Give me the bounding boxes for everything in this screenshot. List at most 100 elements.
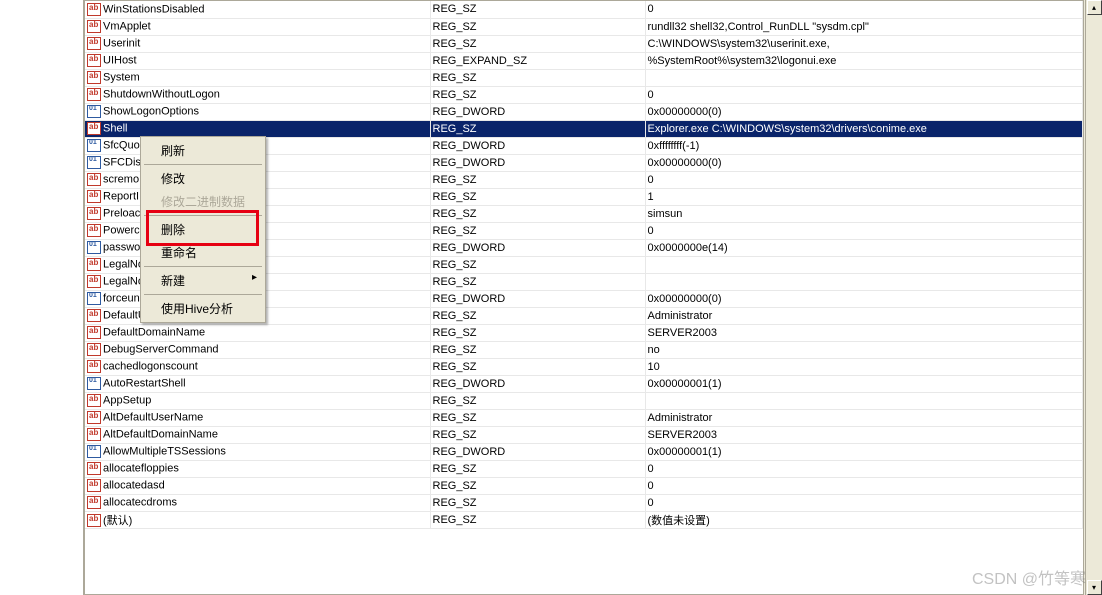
- value-name: (默认): [103, 515, 132, 527]
- value-type: REG_SZ: [430, 392, 645, 409]
- menu-rename[interactable]: 重命名: [143, 241, 263, 264]
- table-row[interactable]: UIHostREG_EXPAND_SZ%SystemRoot%\system32…: [85, 52, 1083, 69]
- menu-delete[interactable]: 删除: [143, 218, 263, 241]
- value-type: REG_SZ: [430, 69, 645, 86]
- table-row[interactable]: AltDefaultUserNameREG_SZAdministrator: [85, 409, 1083, 426]
- table-row[interactable]: AltDefaultDomainNameREG_SZSERVER2003: [85, 426, 1083, 443]
- value-name: cachedlogonscount: [103, 360, 198, 372]
- binary-value-icon: [87, 292, 101, 305]
- value-name: allocatecdroms: [103, 496, 177, 508]
- value-name: allocatefloppies: [103, 462, 179, 474]
- binary-value-icon: [87, 445, 101, 458]
- value-type: REG_SZ: [430, 494, 645, 511]
- value-name: ShowLogonOptions: [103, 105, 199, 117]
- value-data: C:\WINDOWS\system32\userinit.exe,: [645, 35, 1083, 52]
- menu-refresh[interactable]: 刷新: [143, 139, 263, 162]
- string-value-icon: [87, 428, 101, 441]
- menu-hive-analysis[interactable]: 使用Hive分析: [143, 297, 263, 320]
- table-row[interactable]: allocatedasdREG_SZ0: [85, 477, 1083, 494]
- menu-modify[interactable]: 修改: [143, 167, 263, 190]
- menu-new[interactable]: 新建: [143, 269, 263, 292]
- table-row[interactable]: allocatecdroms REG_SZ0: [85, 494, 1083, 511]
- table-row[interactable]: VmAppletREG_SZrundll32 shell32,Control_R…: [85, 18, 1083, 35]
- value-name: AltDefaultUserName: [103, 411, 203, 423]
- string-value-icon: [87, 3, 101, 16]
- string-value-icon: [87, 343, 101, 356]
- value-type: REG_SZ: [430, 358, 645, 375]
- table-row[interactable]: ShutdownWithoutLogonREG_SZ0: [85, 86, 1083, 103]
- table-row[interactable]: AppSetup REG_SZ: [85, 392, 1083, 409]
- vertical-scrollbar[interactable]: ▴ ▾: [1085, 0, 1102, 595]
- value-name: DebugServerCommand: [103, 343, 219, 355]
- value-name: AltDefaultDomainName: [103, 428, 218, 440]
- value-data: [645, 392, 1083, 409]
- table-row[interactable]: Userinit REG_SZC:\WINDOWS\system32\userin…: [85, 35, 1083, 52]
- value-data: Explorer.exe C:\WINDOWS\system32\drivers…: [645, 120, 1083, 137]
- tree-panel[interactable]: [0, 0, 84, 595]
- string-value-icon: [87, 411, 101, 424]
- value-type: REG_SZ: [430, 35, 645, 52]
- binary-value-icon: [87, 139, 101, 152]
- value-type: REG_DWORD: [430, 103, 645, 120]
- value-type: REG_SZ: [430, 256, 645, 273]
- table-row[interactable]: DebugServerCommandREG_SZno: [85, 341, 1083, 358]
- value-name: AppSetup: [103, 394, 151, 406]
- value-data: rundll32 shell32,Control_RunDLL "sysdm.c…: [645, 18, 1083, 35]
- context-menu: 刷新 修改 修改二进制数据 删除 重命名 新建 使用Hive分析: [140, 136, 266, 323]
- value-type: REG_SZ: [430, 477, 645, 494]
- value-type: REG_SZ: [430, 171, 645, 188]
- table-row[interactable]: allocatefloppiesREG_SZ0: [85, 460, 1083, 477]
- value-name: passwo: [103, 241, 140, 253]
- string-value-icon: [87, 326, 101, 339]
- value-name: Userinit: [103, 37, 140, 49]
- string-value-icon: [87, 71, 101, 84]
- scroll-up-button[interactable]: ▴: [1087, 0, 1102, 15]
- value-data: 0x00000001(1): [645, 443, 1083, 460]
- string-value-icon: [87, 496, 101, 509]
- value-type: REG_SZ: [430, 120, 645, 137]
- value-name: SFCDis: [103, 156, 141, 168]
- value-data: 0x00000000(0): [645, 154, 1083, 171]
- value-type: REG_DWORD: [430, 443, 645, 460]
- table-row[interactable]: AutoRestartShellREG_DWORD0x00000001(1): [85, 375, 1083, 392]
- value-data: [645, 69, 1083, 86]
- value-name: System: [103, 71, 140, 83]
- table-row[interactable]: DefaultDomainNameREG_SZSERVER2003: [85, 324, 1083, 341]
- value-type: REG_SZ: [430, 205, 645, 222]
- scroll-track[interactable]: [1086, 15, 1102, 580]
- table-row[interactable]: AllowMultipleTSSessions REG_DWORD0x000000…: [85, 443, 1083, 460]
- binary-value-icon: [87, 241, 101, 254]
- string-value-icon: [87, 122, 101, 135]
- value-data: 10: [645, 358, 1083, 375]
- value-type: REG_DWORD: [430, 154, 645, 171]
- table-row[interactable]: WinStationsDisabledREG_SZ0: [85, 1, 1083, 18]
- string-value-icon: [87, 514, 101, 527]
- string-value-icon: [87, 20, 101, 33]
- binary-value-icon: [87, 156, 101, 169]
- string-value-icon: [87, 37, 101, 50]
- value-data: 0: [645, 477, 1083, 494]
- value-data: 0x0000000e(14): [645, 239, 1083, 256]
- table-row[interactable]: System REG_SZ: [85, 69, 1083, 86]
- value-name: Shell: [103, 122, 127, 134]
- value-data: 0: [645, 494, 1083, 511]
- value-name: LegalNo: [103, 275, 144, 287]
- value-name: scremo: [103, 173, 139, 185]
- value-type: REG_EXPAND_SZ: [430, 52, 645, 69]
- value-type: REG_SZ: [430, 409, 645, 426]
- value-type: REG_SZ: [430, 324, 645, 341]
- value-type: REG_SZ: [430, 511, 645, 528]
- value-data: 0: [645, 460, 1083, 477]
- string-value-icon: [87, 224, 101, 237]
- value-data: simsun: [645, 205, 1083, 222]
- table-row[interactable]: ShowLogonOptionsREG_DWORD0x00000000(0): [85, 103, 1083, 120]
- value-data: SERVER2003: [645, 426, 1083, 443]
- value-type: REG_DWORD: [430, 137, 645, 154]
- table-row[interactable]: (默认)REG_SZ(数值未设置): [85, 511, 1083, 528]
- table-row[interactable]: cachedlogonscount REG_SZ10: [85, 358, 1083, 375]
- binary-value-icon: [87, 377, 101, 390]
- value-type: REG_DWORD: [430, 290, 645, 307]
- table-row[interactable]: Shell REG_SZExplorer.exe C:\WINDOWS\syste…: [85, 120, 1083, 137]
- scroll-down-button[interactable]: ▾: [1087, 580, 1102, 595]
- value-name: AllowMultipleTSSessions: [103, 445, 226, 457]
